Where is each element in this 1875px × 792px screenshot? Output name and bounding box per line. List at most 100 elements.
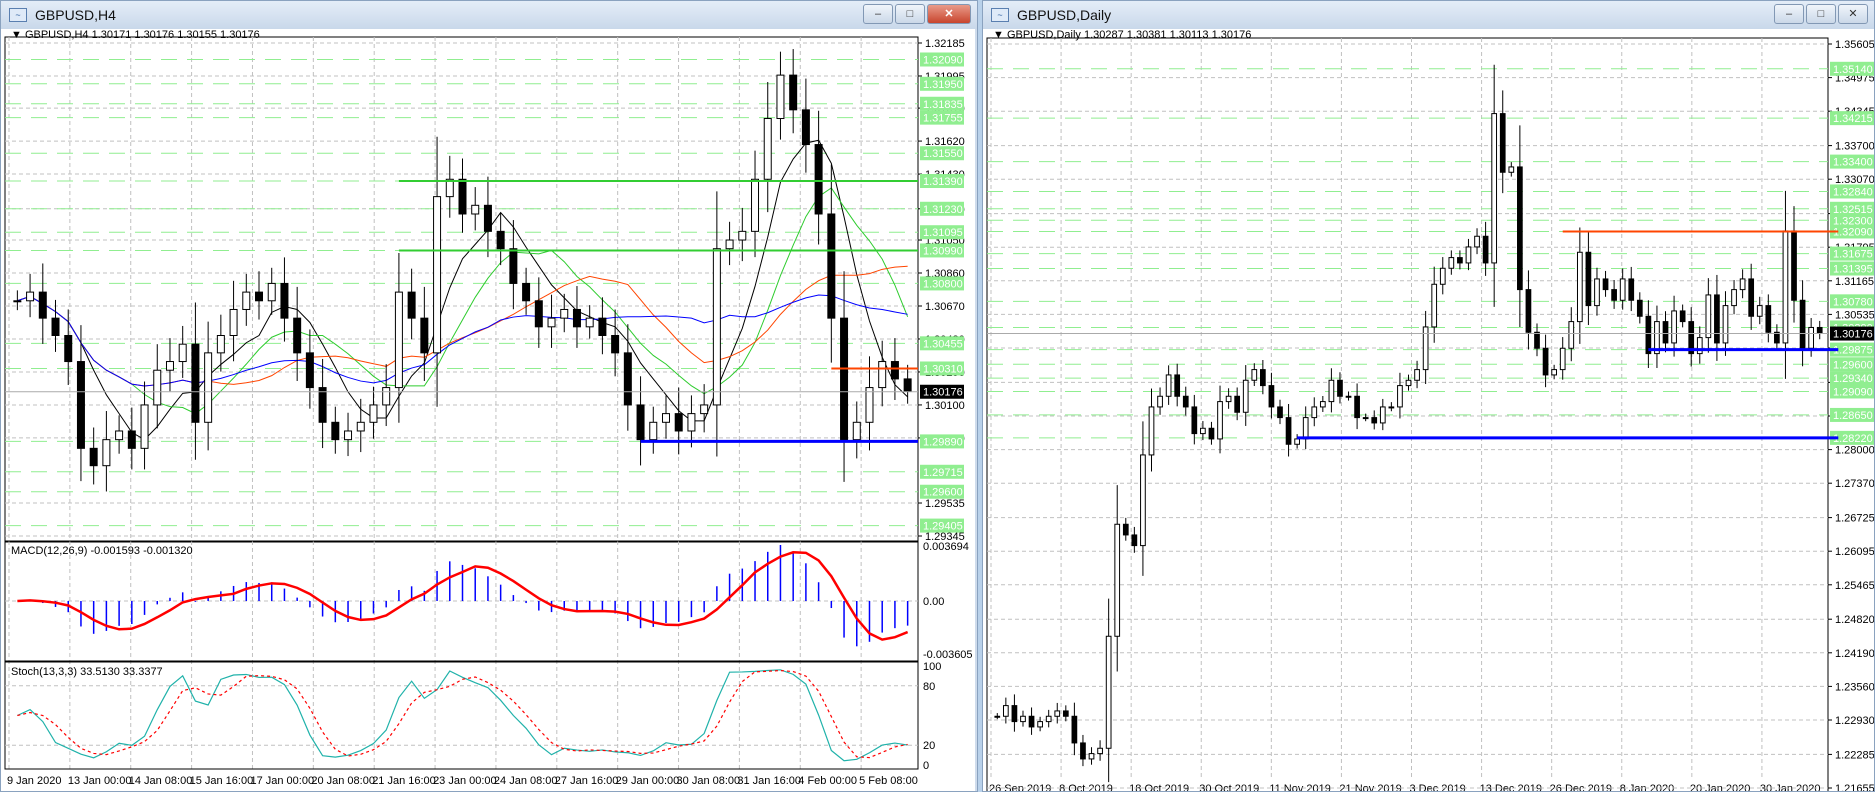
bull-candle	[852, 421, 861, 441]
level-label: 1.31835	[923, 99, 963, 111]
date-label: 23 Jan 00:00	[433, 775, 497, 787]
bull-candle	[1200, 427, 1206, 435]
bear-candle	[1260, 369, 1266, 387]
bull-candle	[1559, 347, 1566, 371]
level-label: 1.30780	[1833, 296, 1873, 308]
level-label: 1.31390	[923, 176, 963, 188]
bear-candle	[1611, 289, 1617, 301]
bull-candle	[153, 369, 162, 406]
level-label: 1.28650	[1833, 410, 1873, 422]
macd-axis-label: 0.003694	[923, 541, 969, 553]
h4-chart-window[interactable]: ~ GBPUSD,H4 – □ ✕ 9 Jan 2020 13 Jan 00:00…	[0, 0, 978, 792]
bear-candle	[1636, 299, 1643, 317]
bull-candle	[1405, 379, 1412, 387]
macd-axis-label: 0.00	[923, 596, 944, 608]
level-label: 1.33400	[1833, 157, 1873, 169]
bear-candle	[1585, 251, 1592, 307]
bear-candle	[1542, 347, 1549, 376]
h4-title-bar[interactable]: ~ GBPUSD,H4 – □ ✕	[1, 1, 977, 29]
level-label: 1.32090	[1833, 226, 1873, 238]
daily-chart-canvas[interactable]: 26 Sep 2019 8 Oct 2019 18 Oct 2019 30 Oct 2…	[983, 29, 1874, 791]
date-label: 18 Oct 2019	[1129, 783, 1189, 791]
bull-candle	[344, 430, 353, 441]
bull-candle	[1302, 417, 1309, 440]
minimize-button[interactable]: –	[1774, 4, 1804, 24]
bull-candle	[700, 404, 709, 415]
bear-candle	[1285, 417, 1292, 445]
chart-window-icon: ~	[991, 8, 1009, 22]
bull-candle	[242, 291, 251, 310]
chart-info-label: ▼ GBPUSD,H4 1.30171 1.30176 1.30155 1.30…	[11, 29, 260, 41]
level-label: 1.30990	[923, 245, 963, 257]
date-label: 30 Jan 2020	[1760, 783, 1821, 791]
bear-candle	[1028, 715, 1035, 728]
bear-candle	[1122, 523, 1129, 536]
bull-candle	[102, 439, 111, 467]
bull-candle	[1696, 337, 1703, 355]
bull-candle	[394, 291, 403, 389]
price-tick-label: 1.24190	[1835, 648, 1874, 660]
bear-candle	[305, 352, 314, 389]
date-label: 31 Jan 16:00	[737, 775, 801, 787]
bull-candle	[1808, 326, 1815, 349]
stoch-axis-label: 100	[923, 661, 941, 673]
date-label: 8 Oct 2019	[1059, 783, 1113, 791]
maximize-button[interactable]: □	[1806, 4, 1836, 24]
level-label: 1.30310	[923, 363, 963, 375]
bull-candle	[1140, 454, 1146, 547]
date-label: 11 Nov 2019	[1269, 783, 1331, 791]
bull-candle	[229, 308, 238, 337]
bear-candle	[1354, 395, 1360, 419]
level-label: 1.29600	[1833, 359, 1873, 371]
bull-candle	[1328, 379, 1335, 403]
daily-chart-window[interactable]: ~ GBPUSD,Daily – □ ✕ 26 Sep 2019 8 Oct 20…	[982, 0, 1875, 792]
bear-candle	[1791, 230, 1797, 301]
level-label: 1.32840	[1833, 186, 1873, 198]
bear-candle	[636, 404, 645, 441]
bear-candle	[1517, 166, 1523, 291]
daily-title-bar[interactable]: ~ GBPUSD,Daily – □ ✕	[983, 1, 1874, 29]
price-tick-label: 1.30100	[925, 400, 965, 412]
bull-candle	[1739, 278, 1746, 291]
bull-candle	[204, 352, 213, 423]
level-label: 1.30455	[923, 338, 963, 350]
bull-candle	[751, 178, 760, 232]
bear-candle	[1714, 294, 1720, 344]
bull-candle	[776, 74, 785, 120]
level-label: 1.31950	[923, 79, 963, 91]
bull-candle	[369, 404, 378, 423]
bull-candle	[1088, 753, 1095, 760]
bull-candle	[1157, 395, 1163, 408]
close-button[interactable]: ✕	[1838, 4, 1868, 24]
level-label: 1.29890	[923, 436, 963, 448]
level-label: 1.29340	[1833, 373, 1873, 385]
h4-chart-canvas[interactable]: 9 Jan 2020 13 Jan 00:0014 Jan 08:0015 Jan…	[1, 29, 975, 791]
level-label: 1.31095	[923, 227, 963, 239]
bull-candle	[1165, 374, 1172, 397]
stoch-axis-label: 80	[923, 681, 935, 693]
level-label: 1.31675	[1833, 249, 1873, 261]
price-tick-label: 1.30670	[925, 301, 965, 313]
minimize-button[interactable]: –	[863, 4, 893, 24]
date-label: 24 Jan 08:00	[494, 775, 558, 787]
bull-candle	[994, 715, 1001, 718]
bear-candle	[623, 352, 632, 406]
bear-candle	[534, 300, 543, 328]
bear-candle	[1799, 299, 1806, 349]
current-price-label: 1.30176	[923, 387, 963, 399]
bull-candle	[649, 421, 658, 441]
maximize-button[interactable]: □	[895, 4, 925, 24]
bull-candle	[1705, 294, 1712, 339]
bear-candle	[1662, 321, 1669, 344]
date-label: 8 Jan 2020	[1620, 783, 1674, 791]
window-title: GBPUSD,Daily	[1017, 7, 1112, 23]
close-button[interactable]: ✕	[927, 4, 971, 24]
bull-candle	[1311, 406, 1318, 419]
price-tick-label: 1.33700	[1835, 141, 1874, 153]
bear-candle	[1191, 406, 1198, 435]
bull-candle	[178, 343, 187, 363]
bull-candle	[1114, 523, 1121, 637]
stoch-main-line	[17, 669, 908, 762]
bull-candle	[471, 204, 480, 215]
macd-axis-label: -0.003605	[923, 649, 973, 661]
